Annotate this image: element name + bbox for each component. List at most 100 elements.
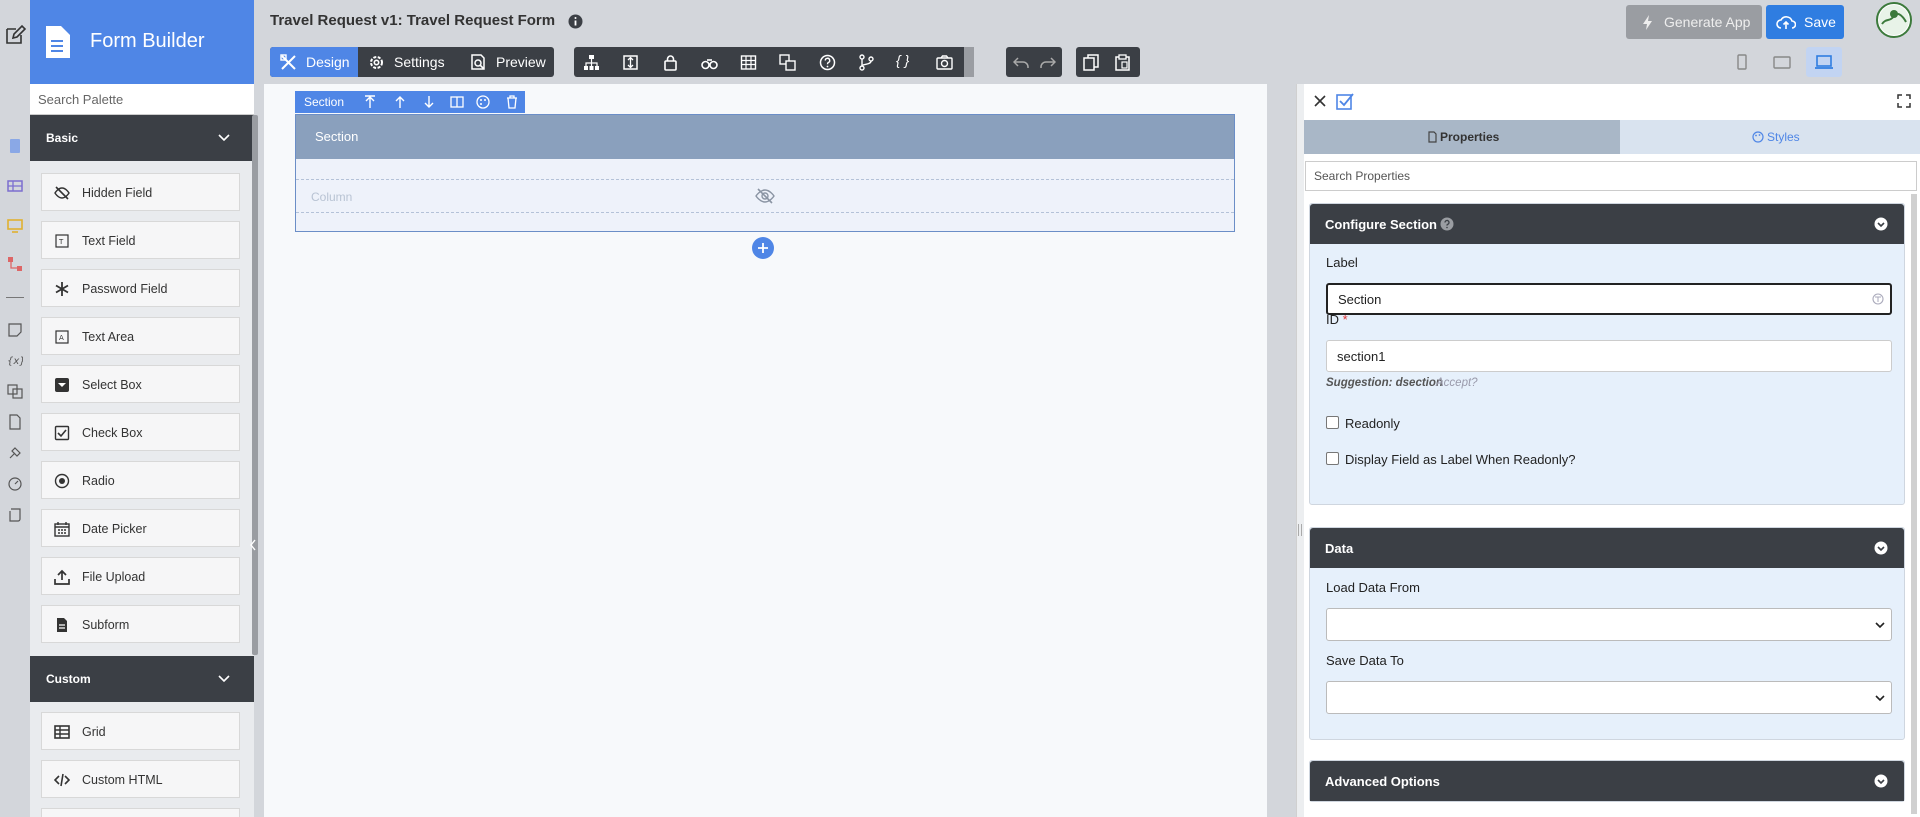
undo-icon[interactable] [1013, 54, 1030, 71]
svg-text:A: A [59, 334, 64, 342]
collapse-handle-icon[interactable] [249, 538, 257, 552]
palette-search-input[interactable] [30, 84, 254, 115]
translate-icon[interactable] [779, 54, 796, 71]
palette-item-text-area[interactable]: A Text Area [41, 317, 240, 355]
configure-section-header[interactable]: Configure Section [1310, 204, 1904, 244]
info-icon[interactable] [568, 14, 583, 29]
chevron-down-icon[interactable] [1874, 217, 1888, 231]
help-icon[interactable] [819, 54, 836, 71]
section-element[interactable]: Section Column [295, 114, 1235, 232]
tab-settings[interactable]: Settings [360, 47, 460, 77]
palette-item-check-box[interactable]: Check Box [41, 413, 240, 451]
chevron-down-icon[interactable] [1874, 541, 1888, 555]
palette-item-subform[interactable]: Subform [41, 605, 240, 643]
dashboard-icon[interactable] [7, 476, 23, 492]
form-builder-logo-icon [46, 26, 70, 58]
chevron-down-icon[interactable] [1874, 774, 1888, 788]
tab-properties[interactable]: Properties [1304, 120, 1620, 154]
properties-scrollbar[interactable] [1911, 194, 1917, 814]
camera-icon[interactable] [936, 54, 953, 71]
lock-icon[interactable] [662, 54, 679, 71]
eye-slash-icon[interactable] [755, 187, 775, 205]
binoculars-icon[interactable] [701, 54, 718, 71]
tablet-view-icon[interactable] [1772, 52, 1792, 72]
resize-icon[interactable] [622, 54, 639, 71]
columns-icon[interactable] [450, 95, 464, 109]
mobile-view-icon[interactable] [1732, 52, 1752, 72]
panel-title: Data [1325, 541, 1354, 556]
trash-icon[interactable] [505, 95, 519, 109]
plugin-icon[interactable] [7, 445, 23, 461]
save-button[interactable]: Save [1766, 5, 1844, 39]
palette-icon [1752, 131, 1764, 143]
hierarchy-icon[interactable] [583, 54, 600, 71]
translate-field-icon[interactable] [1872, 293, 1884, 305]
panel-title: Advanced Options [1325, 774, 1440, 789]
palette-item-date-picker[interactable]: Date Picker [41, 509, 240, 547]
translate-icon[interactable] [7, 383, 23, 399]
palette-item-hidden-field[interactable]: Hidden Field [41, 173, 240, 211]
panel-title: Configure Section [1325, 217, 1437, 232]
section-header[interactable]: Section [296, 115, 1234, 159]
palette-item-grid[interactable]: Grid [41, 712, 240, 750]
file-icon[interactable] [7, 414, 23, 430]
readonly-checkbox[interactable] [1326, 416, 1339, 429]
tab-preview[interactable]: Preview [462, 47, 554, 77]
display-field-as-label-checkbox[interactable] [1326, 452, 1339, 465]
move-up-icon[interactable] [393, 95, 407, 109]
note-icon[interactable] [7, 322, 23, 338]
palette-scrollbar[interactable] [252, 115, 258, 655]
close-icon[interactable] [1313, 94, 1327, 108]
monitor-icon[interactable] [7, 218, 23, 234]
apply-check-icon[interactable] [1336, 92, 1354, 110]
variable-icon[interactable]: {x} [7, 352, 23, 368]
add-section-button[interactable] [752, 237, 774, 259]
table-icon[interactable] [740, 54, 757, 71]
desktop-view-button[interactable] [1806, 47, 1842, 77]
tools-toolbar: { } [574, 47, 974, 77]
load-data-from-select[interactable] [1326, 608, 1892, 641]
copy-icon[interactable] [1083, 54, 1100, 71]
help-icon[interactable] [1440, 217, 1454, 231]
json-icon[interactable]: { } [896, 52, 918, 69]
label-input[interactable] [1326, 283, 1892, 315]
category-label: Custom [46, 672, 91, 686]
column-element[interactable]: Column [296, 179, 1234, 213]
move-down-icon[interactable] [422, 95, 436, 109]
tab-label: Settings [394, 54, 445, 70]
palette-item-select-box[interactable]: Select Box [41, 365, 240, 403]
palette-item-radio[interactable]: Radio [41, 461, 240, 499]
accept-suggestion-link[interactable]: Accept? [1436, 377, 1478, 389]
move-up-parent-icon[interactable] [363, 95, 377, 109]
generate-app-button[interactable]: Generate App [1626, 5, 1762, 39]
chevron-down-icon [1875, 622, 1885, 629]
form-icon[interactable] [7, 138, 23, 154]
avatar[interactable] [1876, 2, 1912, 38]
branch-icon[interactable] [858, 54, 875, 71]
palette-item-text-field[interactable]: T Text Field [41, 221, 240, 259]
required-mark: * [1342, 312, 1348, 327]
data-panel-header[interactable]: Data [1310, 528, 1904, 568]
palette-category-basic[interactable]: Basic [30, 115, 254, 161]
palette-item-password-field[interactable]: Password Field [41, 269, 240, 307]
paste-icon[interactable] [1114, 54, 1131, 71]
palette-item-custom-html[interactable]: Custom HTML [41, 760, 240, 798]
palette-item-more[interactable] [41, 808, 240, 817]
tab-design[interactable]: Design [270, 47, 358, 77]
id-input[interactable] [1326, 340, 1892, 372]
advanced-options-header[interactable]: Advanced Options [1310, 761, 1904, 801]
table-icon[interactable] [7, 178, 23, 194]
palette-item-file-upload[interactable]: File Upload [41, 557, 240, 595]
style-palette-icon[interactable] [476, 95, 490, 109]
tab-styles[interactable]: Styles [1620, 120, 1920, 154]
redo-icon[interactable] [1039, 54, 1056, 71]
edit-icon[interactable] [4, 24, 26, 46]
toolbar-overflow[interactable] [964, 47, 974, 77]
script-icon[interactable] [7, 507, 23, 523]
save-data-to-select[interactable] [1326, 681, 1892, 714]
panel-splitter[interactable] [1296, 84, 1304, 817]
expand-icon[interactable] [1897, 94, 1911, 108]
properties-search-input[interactable] [1305, 161, 1917, 191]
palette-category-custom[interactable]: Custom [30, 656, 254, 702]
process-icon[interactable] [7, 256, 23, 272]
